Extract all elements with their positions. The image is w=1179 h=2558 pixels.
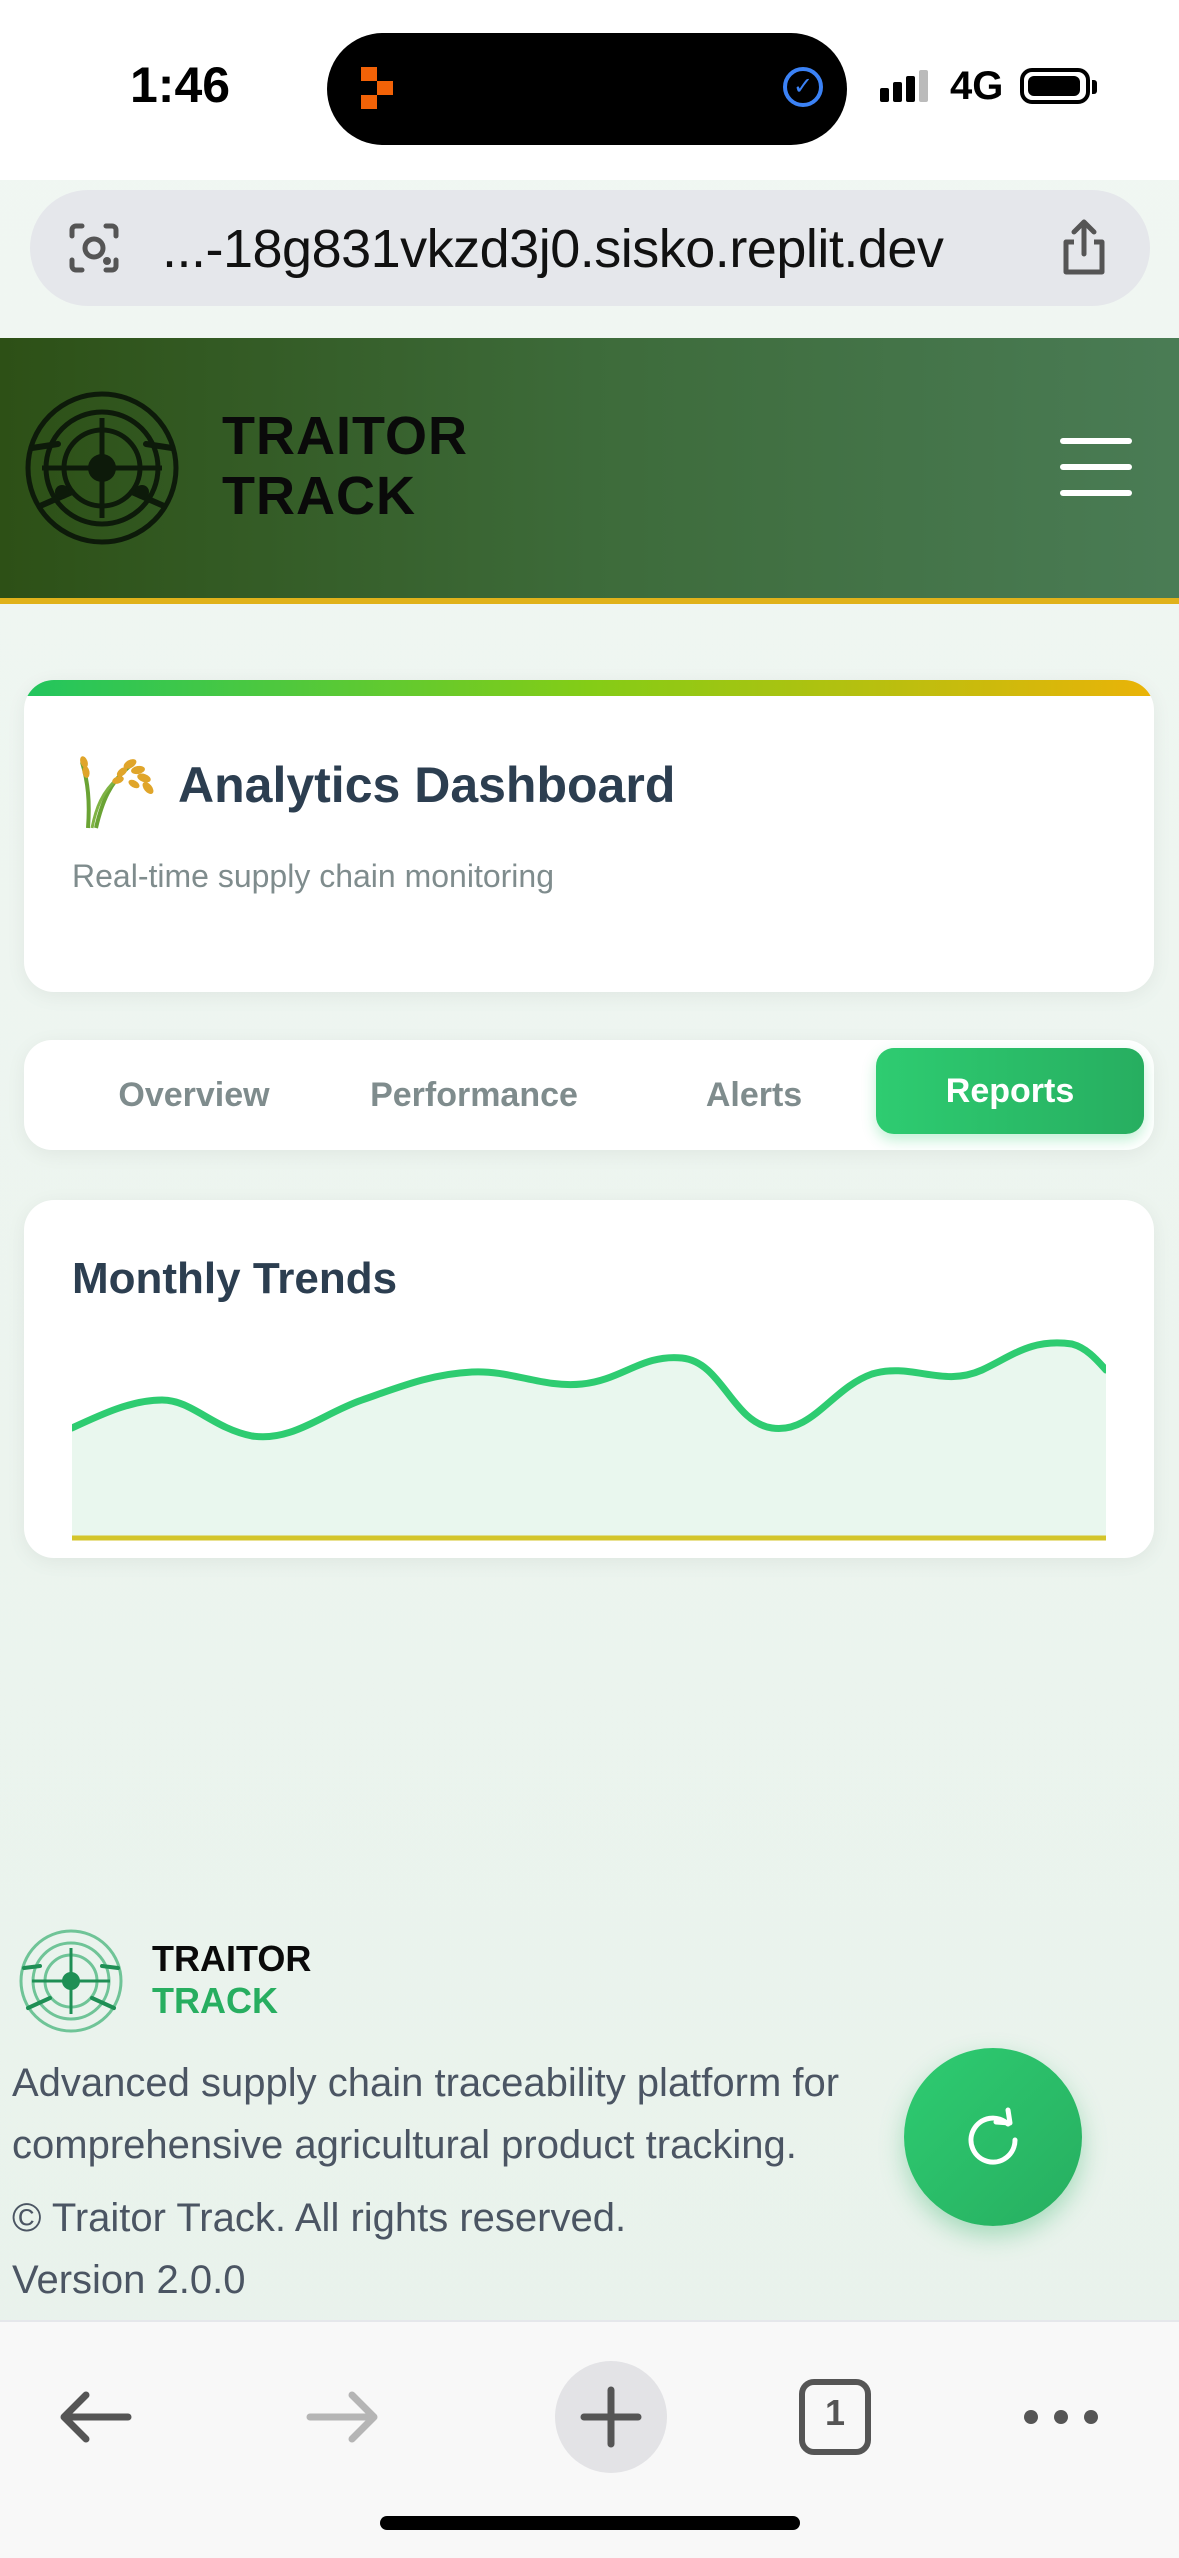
wheat-icon: [80, 756, 154, 829]
tabs-button[interactable]: 1: [780, 2362, 890, 2472]
app-header: TRAITOR TRACK: [0, 338, 1179, 604]
logo-icon[interactable]: [22, 388, 182, 548]
tab-performance[interactable]: Performance: [324, 1040, 624, 1150]
dynamic-island: ✓: [327, 33, 847, 145]
menu-icon[interactable]: [1060, 438, 1132, 496]
check-icon: ✓: [783, 67, 823, 107]
address-bar[interactable]: ...-18g831vkzd3j0.sisko.replit.dev: [30, 190, 1150, 306]
home-indicator: [380, 2516, 800, 2530]
trends-title: Monthly Trends: [72, 1254, 398, 1303]
refresh-icon: [968, 2107, 1018, 2165]
network-label: 4G: [950, 64, 1004, 108]
footer-brand: TRAITOR TRACK: [152, 1938, 312, 2021]
brand-name[interactable]: TRAITOR TRACK: [222, 406, 468, 526]
back-icon[interactable]: [40, 2362, 150, 2472]
tab-overview[interactable]: Overview: [54, 1040, 334, 1150]
trend-line-chart: [72, 1339, 1106, 1541]
footer-description: Advanced supply chain traceability platf…: [12, 2061, 840, 2167]
app-activity-icon: [361, 67, 393, 109]
refresh-button[interactable]: [904, 2048, 1082, 2226]
battery-icon: [1020, 68, 1090, 104]
tab-count: 1: [824, 2392, 846, 2433]
camera-lens-icon[interactable]: [66, 220, 122, 276]
share-icon[interactable]: [1056, 218, 1112, 278]
status-time: 1:46: [130, 57, 231, 113]
footer-copyright: © Traitor Track. All rights reserved.: [12, 2196, 627, 2240]
status-bar: 1:46 ✓ 4G: [0, 0, 1179, 180]
dashboard-header-card: Analytics Dashboard Real-time supply cha…: [24, 680, 1154, 992]
plus-icon[interactable]: [534, 2354, 688, 2480]
signal-icon: [880, 70, 932, 102]
dashboard-tabs: Overview Performance Alerts Reports: [24, 1040, 1154, 1150]
monthly-trends-card: Monthly Trends: [24, 1200, 1154, 1558]
more-icon[interactable]: [1006, 2362, 1116, 2472]
forward-icon[interactable]: [288, 2362, 398, 2472]
page-subtitle: Real-time supply chain monitoring: [72, 858, 554, 894]
footer-version: Version 2.0.0: [12, 2258, 246, 2302]
page-title: Analytics Dashboard: [178, 757, 676, 813]
trend-area: [72, 1342, 1106, 1538]
tab-alerts[interactable]: Alerts: [624, 1040, 884, 1150]
tab-reports[interactable]: Reports: [876, 1048, 1144, 1134]
accent-bar: [24, 680, 1154, 696]
footer-logo-icon: [19, 1929, 123, 2033]
url-text[interactable]: ...-18g831vkzd3j0.sisko.replit.dev: [162, 218, 944, 280]
